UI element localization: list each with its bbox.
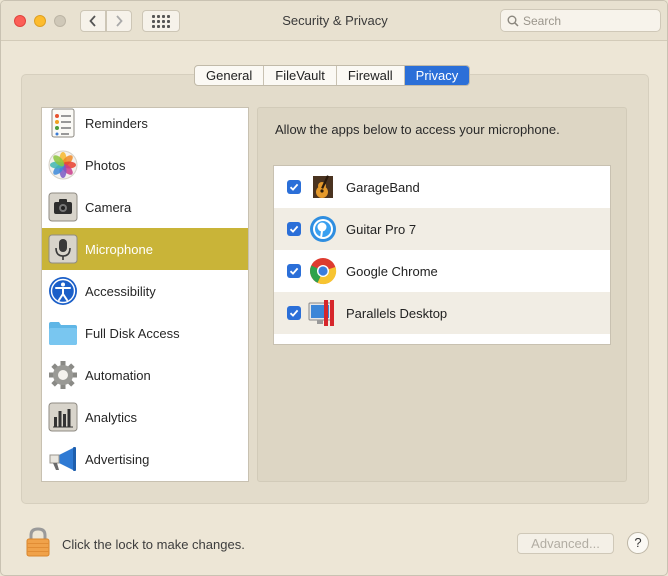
lock-message: Click the lock to make changes. (62, 537, 245, 552)
sidebar-item-label: Analytics (85, 409, 138, 425)
app-name: Google Chrome (346, 263, 438, 279)
lock-icon[interactable] (24, 527, 52, 557)
close-window-button[interactable] (14, 15, 26, 27)
megaphone-icon (47, 443, 79, 475)
chevron-right-icon (116, 15, 123, 27)
reminders-icon (47, 108, 79, 139)
microphone-icon (47, 233, 79, 265)
panel-description: Allow the apps below to access your micr… (275, 122, 560, 137)
checkmark-icon (289, 225, 299, 233)
sidebar-item-analytics[interactable]: Analytics (42, 396, 248, 438)
search-icon (507, 15, 519, 27)
show-all-button[interactable] (142, 10, 180, 32)
sidebar-item-label: Advertising (85, 451, 150, 467)
back-button[interactable] (80, 10, 106, 32)
sidebar-item-label: Microphone (85, 241, 153, 257)
app-row-parallels-desktop[interactable]: Parallels Desktop (274, 292, 610, 334)
app-checkbox[interactable] (287, 264, 301, 278)
sidebar-item-label: Accessibility (85, 283, 156, 299)
sidebar-item-camera[interactable]: Camera (42, 186, 248, 228)
help-button[interactable]: ? (627, 532, 649, 554)
folder-icon (47, 317, 79, 349)
advanced-button[interactable]: Advanced... (517, 533, 614, 554)
chrome-icon (308, 256, 338, 286)
sidebar-item-full-disk-access[interactable]: Full Disk Access (42, 312, 248, 354)
app-checkbox[interactable] (287, 222, 301, 236)
tab-filevault[interactable]: FileVault (264, 66, 337, 85)
grid-icon (152, 14, 170, 28)
app-name: Guitar Pro 7 (346, 221, 417, 237)
sidebar-item-advertising[interactable]: Advertising (42, 438, 248, 480)
minimize-window-button[interactable] (34, 15, 46, 27)
privacy-category-list: Reminders Photos Camera Microphone Acces… (41, 107, 249, 482)
tab-firewall[interactable]: Firewall (337, 66, 405, 85)
guitar-pro-icon (308, 214, 338, 244)
app-name: GarageBand (346, 179, 420, 195)
app-checkbox[interactable] (287, 180, 301, 194)
checkmark-icon (289, 267, 299, 275)
checkmark-icon (289, 183, 299, 191)
app-name: Parallels Desktop (346, 305, 448, 321)
accessibility-icon (47, 275, 79, 307)
sidebar-item-label: Photos (85, 157, 126, 173)
app-permission-list[interactable]: GarageBand Guitar Pro 7 Google Chrome Pa… (273, 165, 611, 345)
tab-privacy[interactable]: Privacy (404, 66, 470, 85)
camera-icon (47, 191, 79, 223)
search-field[interactable] (500, 9, 661, 32)
tab-general[interactable]: General (195, 66, 265, 85)
sidebar-item-reminders[interactable]: Reminders (42, 108, 248, 144)
tab-bar: General FileVault Firewall Privacy (194, 65, 471, 86)
checkmark-icon (289, 309, 299, 317)
sidebar-item-accessibility[interactable]: Accessibility (42, 270, 248, 312)
sidebar-item-label: Camera (85, 199, 132, 215)
app-checkbox[interactable] (287, 306, 301, 320)
analytics-icon (47, 401, 79, 433)
window-title: Security & Privacy (282, 13, 388, 28)
app-row-guitar-pro[interactable]: Guitar Pro 7 (274, 208, 610, 250)
gear-icon (47, 359, 79, 391)
title-bar: Security & Privacy (1, 1, 667, 41)
sidebar-item-label: Automation (85, 367, 151, 383)
forward-button[interactable] (106, 10, 132, 32)
zoom-window-button[interactable] (54, 15, 66, 27)
search-input[interactable] (523, 13, 653, 28)
sidebar-item-automation[interactable]: Automation (42, 354, 248, 396)
sidebar-item-label: Reminders (85, 115, 148, 131)
sidebar-item-label: Full Disk Access (85, 325, 180, 341)
sidebar-item-photos[interactable]: Photos (42, 144, 248, 186)
parallels-icon (308, 298, 338, 328)
app-row-google-chrome[interactable]: Google Chrome (274, 250, 610, 292)
app-row-garageband[interactable]: GarageBand (274, 166, 610, 208)
photos-icon (47, 149, 79, 181)
app-row-partial (274, 334, 610, 344)
garageband-icon (308, 172, 338, 202)
preferences-window: Security & Privacy General FileVault Fir… (0, 0, 668, 576)
sidebar-item-microphone[interactable]: Microphone (42, 228, 248, 270)
chevron-left-icon (89, 15, 96, 27)
